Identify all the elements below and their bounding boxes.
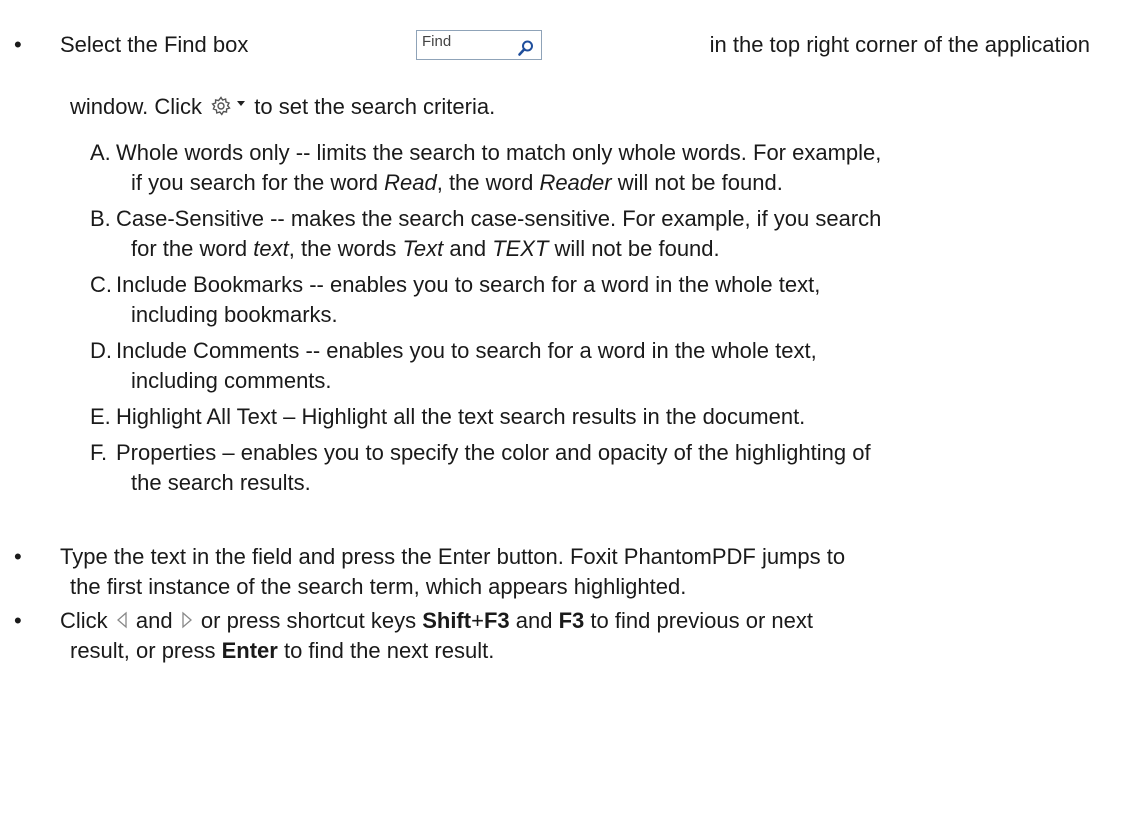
bullet-3-text-2b: to find the next result.: [277, 638, 495, 663]
item-a-text-2b: Read: [384, 170, 437, 195]
shortcut-enter: Enter: [221, 638, 278, 663]
bullet-1-line-2: window. Click to set the search criteria…: [70, 92, 495, 122]
item-a-text-2a: if you search for the word: [131, 170, 385, 195]
dropdown-arrow-icon: [237, 101, 246, 106]
magnifier-icon: [517, 35, 535, 65]
item-d-line-1: D. Include Comments -- enables you to sea…: [90, 336, 817, 366]
item-c-letter: C.: [90, 272, 112, 297]
bullet-1-text-b: in the top right corner of the applicati…: [709, 32, 1090, 57]
item-e-line-1: E. Highlight All Text – Highlight all the…: [90, 402, 805, 432]
item-f-text: Properties – enables you to specify the …: [116, 440, 871, 465]
next-result-button[interactable]: [179, 608, 195, 629]
item-d-text: Include Comments -- enables you to searc…: [116, 338, 817, 363]
bullet-3-tail: to find previous or next: [590, 608, 813, 633]
item-c-line-1: C. Include Bookmarks -- enables you to se…: [90, 270, 820, 300]
item-a-line-2: if you search for the word Read, the wor…: [131, 168, 783, 198]
item-e-text: Highlight All Text – Highlight all the t…: [116, 404, 806, 429]
previous-arrow-icon: [116, 611, 127, 629]
item-d-letter: D.: [90, 338, 112, 363]
item-b-line-1: B. Case-Sensitive -- makes the search cas…: [90, 204, 1100, 234]
bullet-3-line-1: Click and or press shortcut keys Shift+F…: [60, 606, 813, 636]
gear-icon: [211, 96, 231, 116]
bullet-1-text-c: window. Click: [70, 94, 203, 119]
bullet-3-text-2a: result, or press: [70, 638, 222, 663]
bullet-2: •: [14, 544, 22, 569]
item-b-letter: B.: [90, 206, 111, 231]
item-a-line-1: A. Whole words only -- limits the search…: [90, 138, 1100, 168]
bullet-1: •: [14, 32, 22, 57]
item-d-line-2: including comments.: [131, 366, 332, 396]
item-b-text-2c: , the words: [288, 236, 403, 261]
item-b-text-2f: TEXT: [492, 236, 549, 261]
item-a-text-2d: Reader: [539, 170, 612, 195]
item-d-text-2: including comments.: [131, 368, 332, 393]
item-c-line-2: including bookmarks.: [131, 300, 338, 330]
bullet-2-line-2: the first instance of the search term, w…: [70, 572, 686, 602]
item-b-text: Case-Sensitive -- makes the search case-…: [116, 206, 882, 231]
shortcut-shift: Shift: [422, 608, 472, 633]
bullet-2-line-1: Type the text in the field and press the…: [60, 542, 845, 572]
item-b-text-2d: Text: [402, 236, 444, 261]
item-b-text-2a: for the word: [131, 236, 254, 261]
item-c-text-2: including bookmarks.: [131, 302, 338, 327]
item-b-line-2: for the word text, the words Text and TE…: [131, 234, 720, 264]
find-placeholder: Find: [421, 33, 452, 50]
shortcut-f3-previous: F3: [483, 608, 510, 633]
bullet-2-text-1: Type the text in the field and press the…: [60, 544, 846, 569]
item-a-text: Whole words only -- limits the search to…: [116, 140, 882, 165]
bullet-1-text-d: to set the search criteria.: [254, 94, 496, 119]
bullet-3: •: [14, 608, 22, 633]
item-b-text-2b: text: [253, 236, 289, 261]
previous-result-button[interactable]: [114, 608, 130, 629]
item-f-text-2: the search results.: [131, 470, 311, 495]
item-f-line-2: the search results.: [131, 468, 311, 498]
item-b-text-2e: and: [443, 236, 493, 261]
item-a-text-2e: will not be found.: [611, 170, 783, 195]
item-a-letter: A.: [90, 140, 111, 165]
next-arrow-icon: [182, 611, 192, 629]
bullet-2-text-2: the first instance of the search term, w…: [70, 574, 687, 599]
bullet-1-text-a: Select the Find box: [60, 32, 249, 57]
bullet-1-line-1: Select the Find box Find in the top righ…: [60, 30, 1090, 60]
bullet-3-or-press: or press shortcut keys: [200, 608, 417, 633]
find-box[interactable]: Find: [415, 30, 542, 60]
shortcut-plus: +: [471, 608, 484, 633]
item-e-letter: E.: [90, 404, 111, 429]
bullet-3-click: Click: [60, 608, 108, 633]
item-c-text: Include Bookmarks -- enables you to sear…: [116, 272, 821, 297]
search-options-button[interactable]: [208, 95, 248, 117]
bullet-3-and-2: and: [515, 608, 553, 633]
item-a-text-2c: , the word: [436, 170, 540, 195]
item-f-line-1: F. Properties – enables you to specify th…: [90, 438, 871, 468]
item-b-text-2g: will not be found.: [548, 236, 720, 261]
item-f-letter: F.: [90, 440, 108, 465]
bullet-3-line-2: result, or press Enter to find the next …: [70, 636, 494, 666]
bullet-3-and: and: [135, 608, 173, 633]
shortcut-f3-next: F3: [558, 608, 585, 633]
